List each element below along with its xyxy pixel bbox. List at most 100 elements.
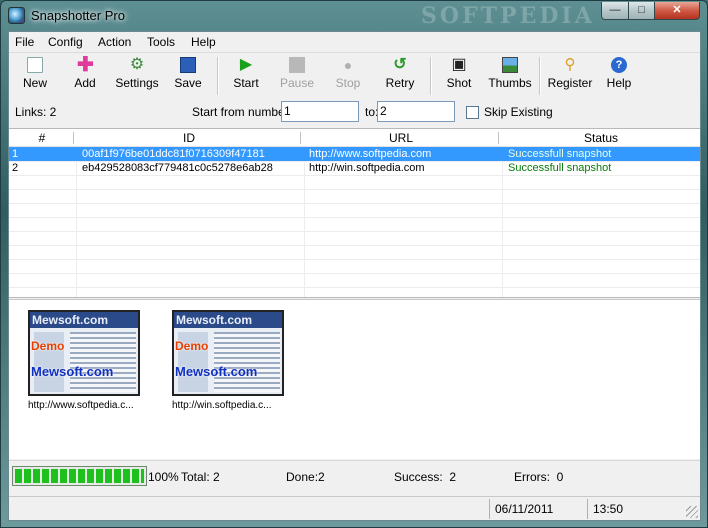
row-url: http://win.softpedia.com: [309, 162, 425, 174]
disk-icon: [180, 57, 196, 73]
column-header-id[interactable]: ID: [76, 131, 302, 145]
help-button[interactable]: ? Help: [601, 56, 637, 98]
row-status: Successfull snapshot: [508, 148, 612, 160]
save-label: Save: [174, 76, 202, 90]
column-divider[interactable]: [300, 132, 301, 144]
column-divider[interactable]: [73, 132, 74, 144]
column-header-status[interactable]: Status: [501, 131, 700, 145]
thumbnail-watermark-top: Mewsoft.com: [176, 313, 253, 327]
start-label: Start: [233, 76, 259, 90]
status-time: 13:50: [587, 499, 683, 519]
title-bar[interactable]: Snapshotter Pro SOFTPEDIA — □ ✕: [1, 1, 707, 31]
camera-icon: ▣: [451, 56, 467, 73]
pause-button[interactable]: Pause: [275, 56, 319, 98]
register-button[interactable]: ⚲ Register: [545, 56, 595, 98]
save-button[interactable]: Save: [168, 56, 208, 98]
add-label: Add: [74, 76, 96, 90]
thumb-page-content: [70, 332, 136, 392]
client-area: File Config Action Tools Help New ✚ Add …: [8, 31, 701, 521]
column-header-url[interactable]: URL: [303, 131, 499, 145]
row-url: http://www.softpedia.com: [309, 148, 432, 160]
stop-button[interactable]: ● Stop: [328, 56, 368, 98]
minimize-button[interactable]: —: [601, 2, 629, 20]
row-id: eb429528083cf779481c0c5278e6ab28: [82, 162, 273, 174]
pause-label: Pause: [279, 76, 315, 90]
key-icon: ⚲: [564, 56, 576, 73]
pause-icon: [289, 57, 305, 73]
plus-icon: ✚: [77, 54, 94, 76]
column-header-number[interactable]: #: [9, 131, 75, 145]
stop-label: Stop: [335, 76, 361, 90]
new-label: New: [22, 76, 47, 90]
table-row[interactable]: 2 eb429528083cf779481c0c5278e6ab28 http:…: [9, 161, 700, 175]
skip-existing-label[interactable]: Skip Existing: [484, 105, 553, 119]
settings-button[interactable]: ⚙ Settings: [111, 56, 163, 98]
app-window: Snapshotter Pro SOFTPEDIA — □ ✕ File Con…: [0, 0, 708, 528]
row-id: 00af1f976be01ddc81f0716309f47181: [82, 148, 265, 160]
thumbnail-demo-label: Demo: [31, 339, 65, 353]
help-label: Help: [606, 76, 632, 90]
grid-line: [9, 287, 700, 288]
new-page-icon: [27, 57, 43, 73]
thumbnail-caption: http://www.softpedia.c...: [28, 400, 134, 411]
new-button[interactable]: New: [15, 56, 55, 98]
maximize-button[interactable]: □: [628, 2, 655, 20]
row-status: Successfull snapshot: [508, 162, 612, 174]
thumbnail-watermark-top: Mewsoft.com: [32, 313, 109, 327]
menu-tools[interactable]: Tools: [147, 35, 175, 49]
settings-label: Settings: [115, 76, 159, 90]
thumbnail-image[interactable]: Mewsoft.com Demo Mewsoft.com: [28, 310, 140, 396]
links-count: Links: 2: [15, 105, 57, 119]
thumbnail-item[interactable]: Mewsoft.com Demo Mewsoft.com http://win.…: [172, 310, 286, 411]
toolbar-separator: [430, 57, 432, 95]
progress-bar: [12, 466, 147, 486]
menu-file[interactable]: File: [15, 35, 34, 49]
errors-count: Errors: 0: [514, 470, 564, 484]
retry-icon: ↺: [393, 56, 407, 73]
status-date: 06/11/2011: [489, 499, 587, 519]
add-button[interactable]: ✚ Add: [65, 54, 105, 98]
progress-row: 100% Total: 2 Done:2 Success: 2 Errors: …: [9, 460, 700, 490]
menu-help[interactable]: Help: [191, 35, 216, 49]
app-logo-icon[interactable]: [8, 7, 25, 24]
thumbnail-item[interactable]: Mewsoft.com Demo Mewsoft.com http://www.…: [28, 310, 142, 411]
to-input[interactable]: 2: [377, 101, 455, 122]
retry-label: Retry: [385, 76, 415, 90]
grid-line: [9, 273, 700, 274]
toolbar-separator: [217, 57, 219, 95]
thumb-page-content: [214, 332, 280, 392]
grid-line: [9, 231, 700, 232]
shot-button[interactable]: ▣ Shot: [439, 56, 479, 98]
gear-icon: ⚙: [129, 56, 145, 73]
grid-line: [9, 217, 700, 218]
row-number: 2: [12, 162, 19, 174]
grid-line: [9, 175, 700, 176]
table-header: # ID URL Status: [9, 129, 700, 147]
thumbs-button[interactable]: Thumbs: [486, 56, 534, 98]
thumbnail-image[interactable]: Mewsoft.com Demo Mewsoft.com: [172, 310, 284, 396]
resize-grip[interactable]: [686, 506, 698, 518]
menu-config[interactable]: Config: [48, 35, 83, 49]
thumbnails-icon: [502, 57, 518, 73]
shot-label: Shot: [446, 76, 472, 90]
thumbnail-caption: http://win.softpedia.c...: [172, 400, 272, 411]
grid-line: [9, 259, 700, 260]
thumbnail-watermark-bottom: Mewsoft.com: [31, 364, 114, 379]
links-table[interactable]: # ID URL Status 1 00af1f976be01ddc81f071…: [9, 128, 700, 298]
skip-existing-checkbox[interactable]: [466, 106, 479, 119]
softpedia-watermark: SOFTPEDIA: [421, 3, 595, 29]
grid-line: [9, 203, 700, 204]
play-icon: ▶: [239, 56, 253, 73]
retry-button[interactable]: ↺ Retry: [379, 56, 421, 98]
menu-action[interactable]: Action: [98, 35, 131, 49]
thumbnail-watermark-bottom: Mewsoft.com: [175, 364, 258, 379]
close-button[interactable]: ✕: [654, 2, 700, 20]
done-count: Done:2: [286, 470, 325, 484]
column-divider[interactable]: [498, 132, 499, 144]
thumbnails-panel: Mewsoft.com Demo Mewsoft.com http://www.…: [9, 299, 700, 459]
stop-icon: ●: [343, 57, 353, 73]
start-from-input[interactable]: 1: [281, 101, 359, 122]
register-label: Register: [547, 76, 593, 90]
table-row[interactable]: 1 00af1f976be01ddc81f0716309f47181 http:…: [9, 147, 700, 161]
start-button[interactable]: ▶ Start: [226, 56, 266, 98]
